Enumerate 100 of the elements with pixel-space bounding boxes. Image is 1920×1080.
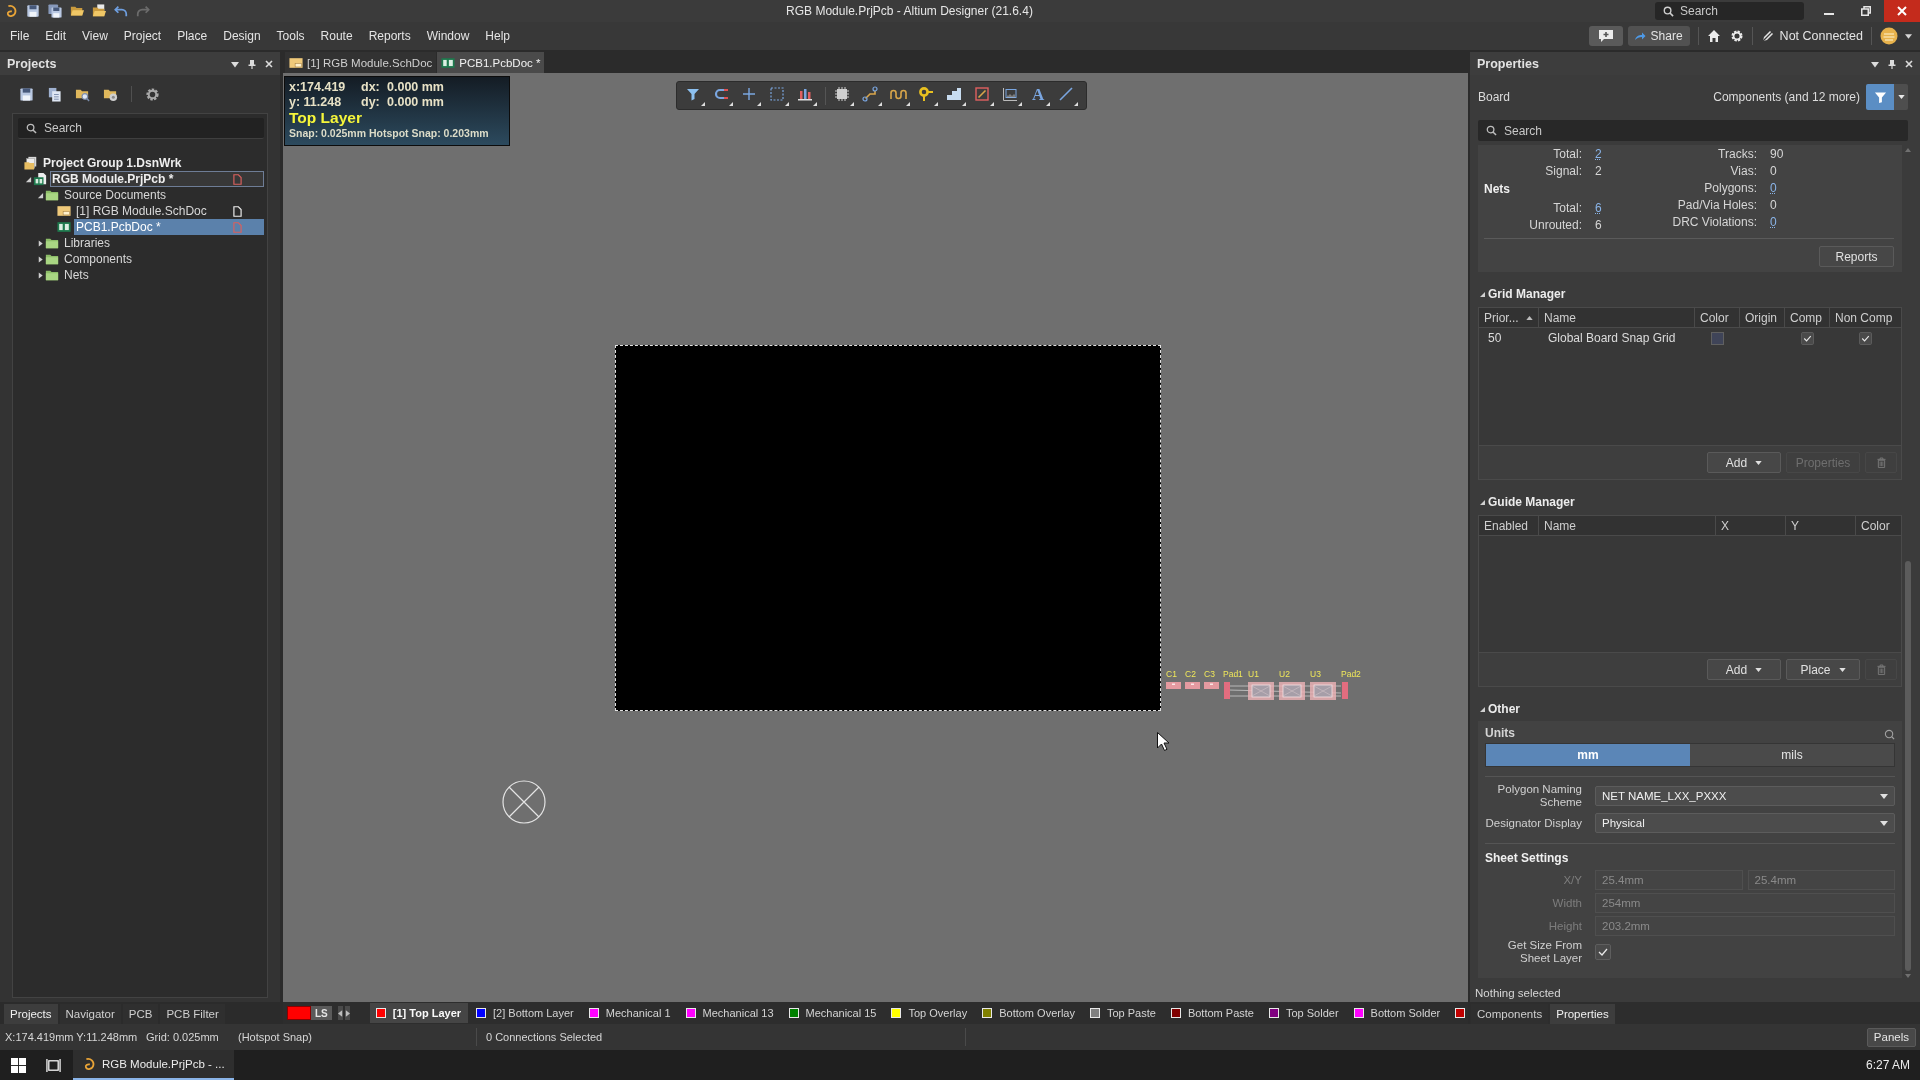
column-header[interactable]: Origin <box>1740 308 1785 327</box>
pin-icon[interactable] <box>247 58 257 69</box>
open-folder-icon[interactable] <box>70 4 84 18</box>
expand-arrow-icon[interactable] <box>36 239 44 247</box>
layer-tab[interactable]: Bottom Solder <box>1347 1003 1448 1023</box>
stat-link[interactable]: 0 <box>1770 214 1777 229</box>
menu-item[interactable]: Edit <box>37 25 75 47</box>
panel-tab[interactable]: Navigator <box>59 1004 121 1024</box>
route-icon[interactable] <box>862 85 882 106</box>
panels-button[interactable]: Panels <box>1866 1027 1916 1047</box>
stat-link[interactable]: 0 <box>1770 180 1777 195</box>
home-icon[interactable] <box>1706 29 1721 43</box>
save-icon[interactable] <box>19 86 34 102</box>
stat-link[interactable]: 2 <box>1595 146 1602 161</box>
settings-icon[interactable] <box>1729 29 1744 43</box>
layer-set-button[interactable]: LS <box>311 1006 332 1020</box>
layer-tab[interactable]: Top Paste <box>1084 1003 1163 1023</box>
layer-tab[interactable]: Top Overlay <box>885 1003 975 1023</box>
column-header[interactable]: Prior... <box>1479 308 1539 327</box>
menu-item[interactable]: Route <box>312 25 361 47</box>
menu-item[interactable]: Window <box>418 25 478 47</box>
dashed-rectangle-icon[interactable] <box>769 85 789 106</box>
menu-item[interactable]: Project <box>115 25 170 47</box>
unit-option[interactable]: mm <box>1486 744 1690 766</box>
layer-tab[interactable]: Bottom Paste <box>1164 1003 1261 1023</box>
tree-item[interactable]: Source Documents <box>62 187 264 203</box>
comment-button[interactable] <box>1588 26 1623 46</box>
layer-tab[interactable]: [1] Top Layer <box>369 1003 469 1023</box>
tree-item[interactable]: [1] RGB Module.SchDoc <box>74 203 264 219</box>
stat-link[interactable]: 6 <box>1595 200 1602 215</box>
task-view-icon[interactable] <box>46 1057 61 1073</box>
add-dropdown-button[interactable]: Add <box>1707 452 1781 473</box>
tree-item[interactable]: Project Group 1.DsnWrk <box>41 155 264 171</box>
save-all-icon[interactable] <box>48 4 62 18</box>
search-field[interactable]: Search <box>1478 120 1908 141</box>
menu-item[interactable]: Reports <box>360 25 419 47</box>
line-icon[interactable] <box>1058 85 1078 106</box>
column-header[interactable]: Color <box>1695 308 1740 327</box>
caret-icon[interactable] <box>1905 33 1912 39</box>
menu-item[interactable]: Help <box>477 25 519 47</box>
connection-button[interactable]: Not Connected <box>1760 29 1863 43</box>
document-tab[interactable]: PCB1.PcbDoc * <box>437 52 545 73</box>
layer-tab[interactable]: Bottom Overlay <box>976 1003 1082 1023</box>
expand-arrow-icon[interactable] <box>36 191 44 199</box>
checkbox[interactable] <box>1859 331 1872 345</box>
app-logo-icon[interactable] <box>4 4 18 18</box>
square-line-icon[interactable] <box>974 85 994 106</box>
menu-item[interactable]: Place <box>169 25 216 47</box>
document-tab[interactable]: [1] RGB Module.SchDoc <box>285 52 437 73</box>
close-button[interactable] <box>1884 0 1920 22</box>
column-header[interactable]: Name <box>1539 516 1716 535</box>
unit-option[interactable]: mils <box>1690 744 1894 766</box>
chip-icon[interactable] <box>834 85 854 106</box>
search-field[interactable]: Search <box>18 118 264 139</box>
pin-icon[interactable] <box>1887 58 1897 69</box>
panel-tab[interactable]: Projects <box>4 1004 58 1024</box>
settings-icon[interactable] <box>145 86 160 102</box>
search-field[interactable]: Search <box>1655 2 1804 20</box>
reports-button[interactable]: Reports <box>1819 246 1894 267</box>
tree-item[interactable]: Libraries <box>62 235 264 251</box>
tree-item[interactable]: Components <box>62 251 264 267</box>
menu-item[interactable]: Tools <box>268 25 313 47</box>
checkbox[interactable] <box>1801 331 1814 345</box>
expand-arrow-icon[interactable] <box>36 271 44 279</box>
collapse-arrow-icon[interactable] <box>1480 291 1485 297</box>
key-icon[interactable] <box>918 85 938 106</box>
undo-icon[interactable] <box>114 4 128 18</box>
panel-tab[interactable]: Properties <box>1550 1004 1615 1024</box>
filter-dropdown-button[interactable] <box>1894 84 1908 110</box>
save-icon[interactable] <box>26 4 40 18</box>
layer-tab[interactable]: [2] Bottom Layer <box>470 1003 581 1023</box>
layer-tab[interactable]: Mechanical 13 <box>679 1003 781 1023</box>
windows-logo-icon[interactable] <box>11 1057 26 1073</box>
layer-tab[interactable]: Mechanical 1 <box>582 1003 678 1023</box>
close-icon[interactable] <box>1904 58 1914 69</box>
tree-item[interactable]: RGB Module.PrjPcb * <box>50 171 264 187</box>
share-button[interactable]: Share <box>1627 26 1690 46</box>
expand-arrow-icon[interactable] <box>36 255 44 263</box>
previous-layer-button[interactable] <box>337 1006 343 1020</box>
collapse-arrow-icon[interactable] <box>1480 499 1485 505</box>
checkbox[interactable] <box>1595 944 1611 960</box>
column-header[interactable]: Comp <box>1785 308 1830 327</box>
color-swatch-icon[interactable] <box>1711 331 1724 345</box>
expand-arrow-icon[interactable] <box>24 175 32 183</box>
search-icon[interactable] <box>1884 729 1895 740</box>
copy-documents-icon[interactable] <box>47 86 62 102</box>
stairs-icon[interactable] <box>946 85 966 106</box>
open-project-icon[interactable] <box>92 4 106 18</box>
place-dropdown-button[interactable]: Place <box>1786 659 1860 680</box>
dropdown-field[interactable]: NET NAME_LXX_PXXX <box>1595 786 1895 806</box>
dropdown-field[interactable]: Physical <box>1595 813 1895 833</box>
tree-item[interactable]: Nets <box>62 267 264 283</box>
column-header[interactable]: X <box>1716 516 1786 535</box>
column-header[interactable]: Y <box>1786 516 1856 535</box>
pcb-canvas[interactable]: x:174.419 dx: 0.000 mm y: 11.248 dy: 0.000 mm Top Layer Snap: 0.025mm Hotspot Snap: 0.203mm A C1 C2 C3 Pad1 U1 U2 U3 Pad2 <box>283 73 1468 1002</box>
avatar-icon[interactable] <box>1880 27 1898 45</box>
column-header[interactable]: Non Comp <box>1830 308 1901 327</box>
close-icon[interactable] <box>264 58 274 69</box>
layer-tab[interactable]: Top Solder <box>1262 1003 1346 1023</box>
next-layer-button[interactable] <box>344 1006 350 1020</box>
